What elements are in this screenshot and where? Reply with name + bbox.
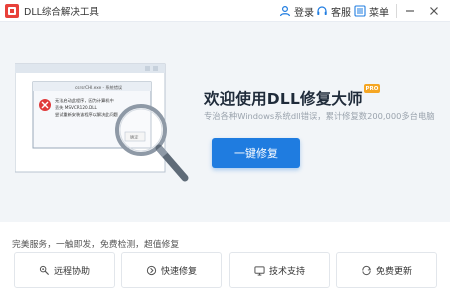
remote-assist-icon xyxy=(39,265,50,275)
user-icon xyxy=(279,5,291,17)
hero-subtitle: 专治各种Windows系统dll错误，累计修复数200,000多台电脑 xyxy=(204,111,435,121)
error-message-line-2: 丢失 MSVCR120.DLL xyxy=(55,104,98,111)
close-icon[interactable] xyxy=(426,3,442,19)
pro-badge: PRO xyxy=(364,84,380,93)
app-logo-icon xyxy=(5,4,19,18)
error-message-line-3: 尝试重新安装该程序以解决此问题 xyxy=(55,111,119,118)
dialog-title: csrsrCHI.exe - 系统错误 xyxy=(75,84,123,91)
features-caption: 完美服务，一触即发，免费检测，超值修复 xyxy=(12,240,180,250)
hero-headline: 欢迎使用DLL修复大师 xyxy=(204,90,363,108)
free-update-button[interactable]: 免费更新 xyxy=(336,252,437,288)
free-update-icon xyxy=(362,265,371,275)
quick-repair-icon xyxy=(146,265,157,275)
remote-assist-button[interactable]: 远程协助 xyxy=(14,252,115,288)
menu-grid-icon xyxy=(354,5,366,17)
minimize-icon[interactable] xyxy=(402,3,418,19)
titlebar-divider xyxy=(396,4,397,18)
login-button[interactable]: 登录 xyxy=(279,3,314,19)
headset-icon xyxy=(317,6,327,15)
error-dialog-illustration: csrsrCHI.exe - 系统错误 无法启动此程序，因为计算机中 丢失 MS… xyxy=(15,63,189,182)
quick-repair-label: 快速修复 xyxy=(160,266,197,277)
free-update-label: 免费更新 xyxy=(375,266,412,277)
menu-button[interactable]: 菜单 xyxy=(354,3,389,19)
service-label: 客服 xyxy=(331,7,351,19)
title-bar: DLL综合解决工具 登录 客服 菜单 xyxy=(0,0,450,22)
tech-support-button[interactable]: 技术支持 xyxy=(229,252,330,288)
remote-assist-label: 远程协助 xyxy=(53,266,90,277)
tech-support-label: 技术支持 xyxy=(268,266,305,277)
menu-label: 菜单 xyxy=(369,7,389,19)
one-click-repair-button[interactable]: 一键修复 xyxy=(212,138,300,168)
tech-support-icon xyxy=(254,265,265,276)
customer-service-button[interactable]: 客服 xyxy=(316,3,351,19)
login-label: 登录 xyxy=(294,7,314,19)
quick-repair-button[interactable]: 快速修复 xyxy=(121,252,222,288)
app-title: DLL综合解决工具 xyxy=(24,7,99,18)
error-message-line-1: 无法启动此程序，因为计算机中 xyxy=(55,97,114,104)
